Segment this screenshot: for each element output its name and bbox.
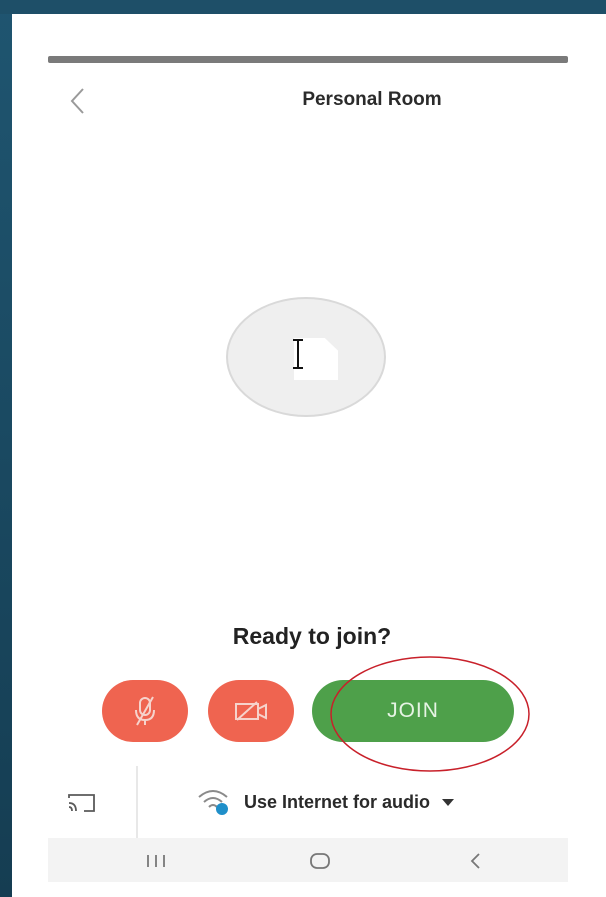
back-button[interactable] — [62, 84, 92, 118]
audio-source-selector[interactable]: Use Internet for audio — [196, 784, 536, 820]
cast-icon — [68, 794, 95, 812]
recents-icon — [147, 855, 165, 867]
wifi-audio-icon — [198, 790, 228, 815]
audio-source-label: Use Internet for audio — [244, 791, 431, 812]
mute-button[interactable] — [102, 680, 188, 742]
text-cursor-icon — [293, 339, 303, 369]
ready-to-join-prompt: Ready to join? — [232, 623, 392, 649]
recents-button[interactable] — [136, 846, 176, 876]
home-icon — [310, 853, 330, 869]
divider — [136, 766, 138, 838]
nav-back-button[interactable] — [456, 846, 496, 876]
status-bar — [48, 56, 568, 63]
microphone-muted-icon — [135, 696, 155, 726]
video-button[interactable] — [208, 680, 294, 742]
chevron-left-icon — [70, 88, 84, 114]
caret-down-icon — [442, 798, 455, 806]
cast-button[interactable] — [64, 789, 100, 817]
video-off-icon — [235, 701, 267, 721]
annotation-circle — [330, 656, 530, 772]
home-button[interactable] — [300, 846, 340, 876]
window-frame-top — [0, 0, 606, 14]
page-title: Personal Room — [302, 89, 442, 110]
phone-screen: Personal Room Ready to join? JOIN Use In… — [12, 14, 606, 897]
back-nav-icon — [470, 853, 480, 869]
window-frame-left — [0, 0, 12, 897]
